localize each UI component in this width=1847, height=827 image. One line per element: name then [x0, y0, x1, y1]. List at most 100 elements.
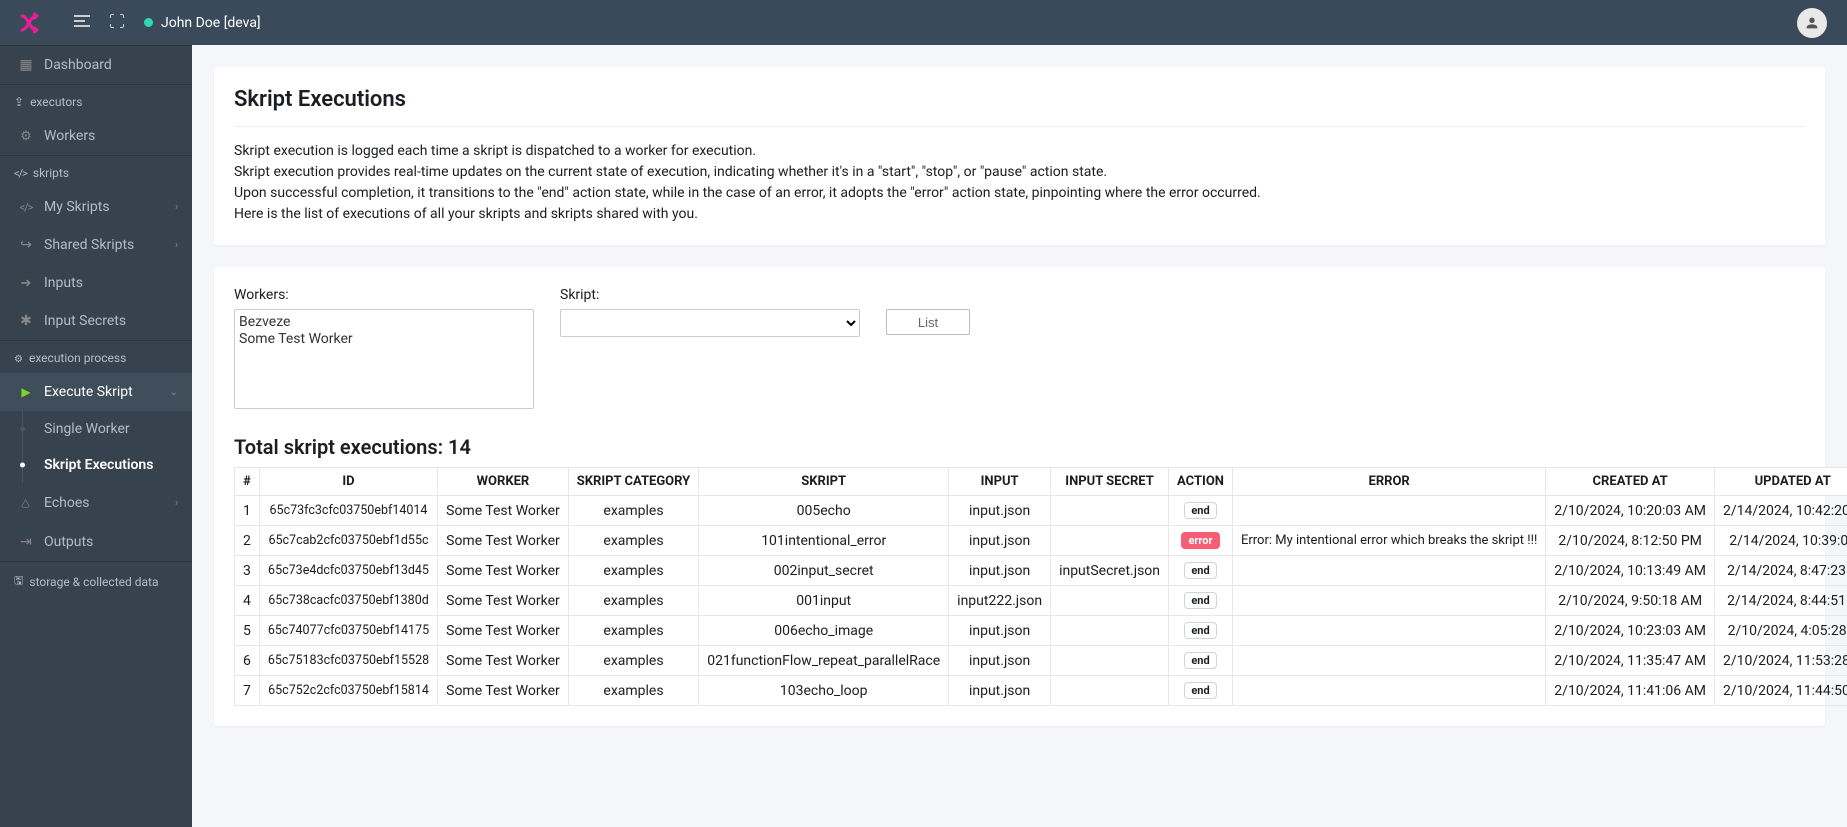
cell-error: Error: My intentional error which breaks… [1232, 526, 1545, 556]
cell-worker: Some Test Worker [438, 556, 569, 586]
cell-action: end [1169, 496, 1233, 526]
sidebar-section-storage: storage & collected data [0, 562, 192, 599]
sidebar-subitem-skript-executions[interactable]: Skript Executions [0, 447, 192, 483]
cell-worker: Some Test Worker [438, 496, 569, 526]
code-icon [14, 166, 27, 180]
col-skript: SKRIPT [699, 468, 949, 496]
table-row[interactable]: 565c74077cfc03750ebf14175Some Test Worke… [235, 616, 1847, 646]
sidebar-item-shared-skripts[interactable]: Shared Skripts › [0, 226, 192, 264]
cell-worker: Some Test Worker [438, 526, 569, 556]
cell-skript: 103echo_loop [699, 676, 949, 706]
action-badge: end [1184, 562, 1216, 579]
cell-error [1232, 676, 1545, 706]
cell-action: end [1169, 646, 1233, 676]
cell-created: 2/10/2024, 9:50:18 AM [1546, 586, 1715, 616]
table-row[interactable]: 465c738cacfc03750ebf1380dSome Test Worke… [235, 586, 1847, 616]
sidebar-section-executors: executors [0, 85, 192, 117]
cell-worker: Some Test Worker [438, 586, 569, 616]
sidebar-item-outputs[interactable]: Outputs [0, 523, 192, 561]
cell-id: 65c74077cfc03750ebf14175 [259, 616, 437, 646]
cell-updated: 2/14/2024, 8:47:23 P [1714, 556, 1847, 586]
cell-num: 5 [235, 616, 260, 646]
table-row[interactable]: 765c752c2cfc03750ebf15814Some Test Worke… [235, 676, 1847, 706]
chevron-down-icon: ⌄ [170, 387, 178, 398]
play-icon [18, 385, 34, 399]
table-row[interactable]: 365c73e4dcfc03750ebf13d45Some Test Worke… [235, 556, 1847, 586]
sidebar-item-input-secrets[interactable]: Input Secrets [0, 302, 192, 340]
sidebar-item-label: Input Secrets [44, 313, 126, 329]
cell-category: examples [568, 556, 698, 586]
col-input: INPUT [949, 468, 1051, 496]
cell-input: input.json [949, 676, 1051, 706]
cell-id: 65c73fc3cfc03750ebf14014 [259, 496, 437, 526]
executions-table: # ID WORKER SKRIPT CATEGORY SKRIPT INPUT… [234, 467, 1847, 706]
sidebar-item-inputs[interactable]: Inputs [0, 264, 192, 302]
sidebar-item-echoes[interactable]: Echoes › [0, 483, 192, 523]
skript-label: Skript: [560, 287, 860, 303]
cell-secret [1051, 616, 1169, 646]
cell-secret [1051, 646, 1169, 676]
cell-input: input.json [949, 526, 1051, 556]
action-badge: end [1184, 502, 1216, 519]
chevron-right-icon: › [175, 498, 178, 509]
fullscreen-icon[interactable] [110, 14, 124, 32]
table-row[interactable]: 265c7cab2cfc03750ebf1d55cSome Test Worke… [235, 526, 1847, 556]
sidebar-item-execute-skript[interactable]: Execute Skript ⌄ [0, 373, 192, 411]
cell-created: 2/10/2024, 11:41:06 AM [1546, 676, 1715, 706]
sidebar-item-label: Dashboard [44, 57, 112, 73]
cell-skript: 006echo_image [699, 616, 949, 646]
workers-option[interactable]: Some Test Worker [239, 331, 529, 348]
cell-updated: 2/14/2024, 10:42:20 A [1714, 496, 1847, 526]
user-status[interactable]: John Doe [deva] [144, 15, 261, 31]
cell-secret: inputSecret.json [1051, 556, 1169, 586]
cell-created: 2/10/2024, 10:20:03 AM [1546, 496, 1715, 526]
sidebar-item-label: Execute Skript [44, 384, 133, 400]
app-logo[interactable] [20, 12, 54, 34]
table-row[interactable]: 165c73fc3cfc03750ebf14014Some Test Worke… [235, 496, 1847, 526]
workers-select[interactable]: Bezveze Some Test Worker [234, 309, 534, 409]
avatar[interactable] [1797, 8, 1827, 38]
sidebar: Dashboard executors Workers skripts My S… [0, 45, 192, 827]
cell-id: 65c75183cfc03750ebf15528 [259, 646, 437, 676]
user-icon [1804, 15, 1820, 31]
workers-option[interactable]: Bezveze [239, 314, 529, 331]
cell-error [1232, 646, 1545, 676]
output-icon [18, 534, 34, 550]
cell-skript: 021functionFlow_repeat_parallelRace [699, 646, 949, 676]
cell-updated: 2/10/2024, 11:53:28 A [1714, 646, 1847, 676]
sidebar-subitem-single-worker[interactable]: Single Worker [0, 411, 192, 447]
share-icon [18, 237, 34, 253]
menu-toggle-icon[interactable] [74, 12, 90, 34]
cell-input: input222.json [949, 586, 1051, 616]
cell-num: 2 [235, 526, 260, 556]
cell-num: 4 [235, 586, 260, 616]
table-row[interactable]: 665c75183cfc03750ebf15528Some Test Worke… [235, 646, 1847, 676]
cell-num: 6 [235, 646, 260, 676]
intro-panel: Skript Executions Skript execution is lo… [214, 67, 1825, 245]
sidebar-item-workers[interactable]: Workers [0, 117, 192, 155]
sidebar-item-dashboard[interactable]: Dashboard [0, 46, 192, 84]
sidebar-item-label: Outputs [44, 534, 93, 550]
cell-input: input.json [949, 646, 1051, 676]
list-button[interactable]: List [886, 309, 970, 335]
cell-id: 65c73e4dcfc03750ebf13d45 [259, 556, 437, 586]
col-created: CREATED AT [1546, 468, 1715, 496]
sidebar-item-my-skripts[interactable]: My Skripts › [0, 188, 192, 226]
skript-select[interactable] [560, 309, 860, 337]
cell-worker: Some Test Worker [438, 646, 569, 676]
cell-input: input.json [949, 616, 1051, 646]
cell-category: examples [568, 586, 698, 616]
description-line: Skript execution provides real-time upda… [234, 162, 1805, 183]
cell-skript: 005echo [699, 496, 949, 526]
description-line: Here is the list of executions of all yo… [234, 204, 1805, 225]
cell-id: 65c752c2cfc03750ebf15814 [259, 676, 437, 706]
cell-secret [1051, 526, 1169, 556]
col-secret: INPUT SECRET [1051, 468, 1169, 496]
cell-action: end [1169, 616, 1233, 646]
cell-created: 2/10/2024, 10:23:03 AM [1546, 616, 1715, 646]
chevron-right-icon: › [175, 202, 178, 213]
sidebar-item-label: My Skripts [44, 199, 110, 215]
sidebar-section-skripts: skripts [0, 156, 192, 188]
code-icon [18, 201, 34, 214]
sidebar-item-label: Echoes [44, 495, 90, 511]
